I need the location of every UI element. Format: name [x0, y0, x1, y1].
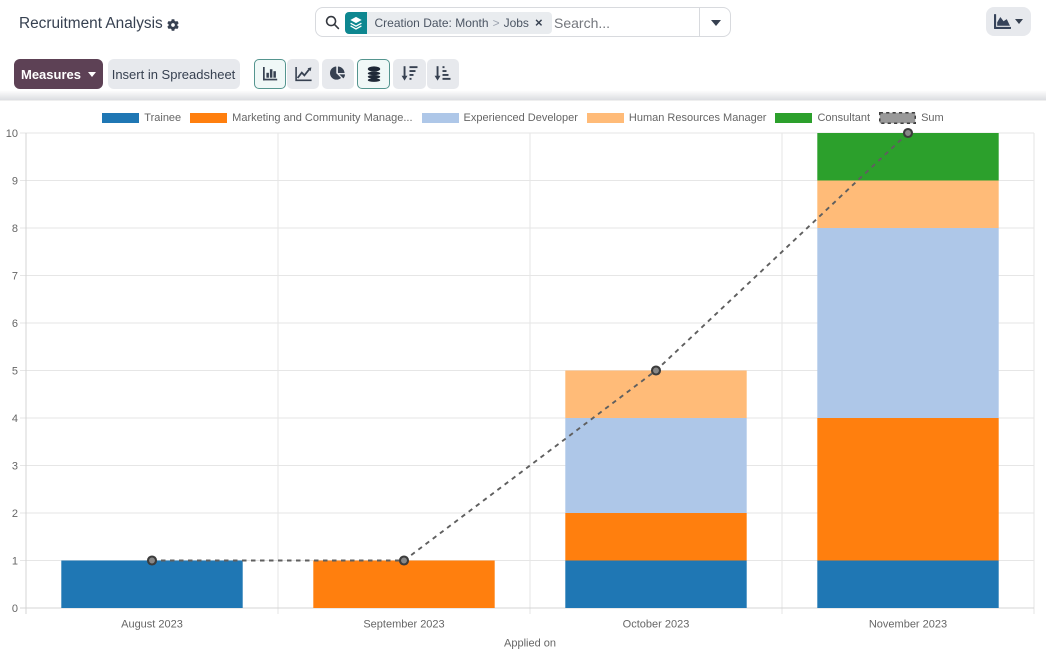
svg-text:August 2023: August 2023 — [121, 619, 183, 631]
svg-text:5: 5 — [12, 366, 18, 378]
svg-text:2: 2 — [12, 508, 18, 520]
svg-text:November 2023: November 2023 — [869, 619, 947, 631]
svg-text:October 2023: October 2023 — [623, 619, 690, 631]
svg-text:0: 0 — [12, 603, 18, 615]
svg-text:8: 8 — [12, 223, 18, 235]
svg-text:Applied on: Applied on — [504, 638, 556, 650]
svg-text:3: 3 — [12, 461, 18, 473]
svg-text:September 2023: September 2023 — [363, 619, 444, 631]
svg-text:9: 9 — [12, 176, 18, 188]
svg-text:6: 6 — [12, 318, 18, 330]
svg-text:7: 7 — [12, 271, 18, 283]
svg-text:1: 1 — [12, 556, 18, 568]
svg-text:10: 10 — [6, 128, 18, 140]
svg-text:4: 4 — [12, 413, 18, 425]
